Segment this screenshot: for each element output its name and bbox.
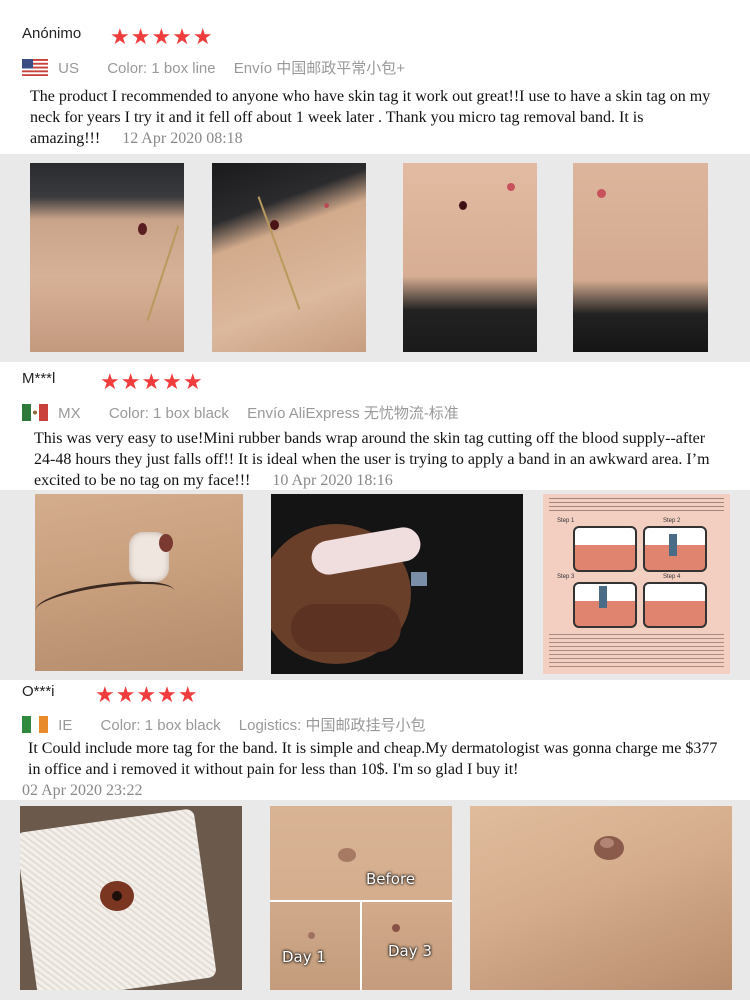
review-meta: IE Color: 1 box black Logistics: 中国邮政挂号小… [22, 714, 425, 735]
review-photo[interactable] [271, 494, 523, 674]
step-label: Step 1 [557, 518, 575, 524]
country-code: IE [58, 717, 73, 734]
star-rating: ★★★★★ [95, 682, 199, 707]
country-code: MX [58, 405, 81, 422]
color-label: Color: [100, 717, 141, 734]
us-flag-icon [22, 59, 48, 76]
reviewer-name: Anónimo [22, 25, 82, 42]
country-code: US [58, 60, 80, 77]
review-text: It Could include more tag for the band. … [28, 738, 718, 780]
review-meta: MX Color: 1 box black Envío AliExpress 无… [22, 402, 459, 423]
review-date: 02 Apr 2020 23:22 [22, 782, 143, 799]
review-date: 12 Apr 2020 08:18 [122, 130, 243, 147]
review-photo[interactable] [30, 163, 184, 352]
step-label: Step 4 [663, 574, 681, 580]
review-photo[interactable] [35, 494, 243, 671]
review-photo[interactable]: Before Day 1 Day 3 [270, 806, 452, 990]
ie-flag-icon [22, 716, 48, 733]
star-rating: ★★★★★ [100, 369, 204, 394]
photo-caption: Day 1 [282, 948, 326, 966]
shipping-info: Envío 中国邮政平常小包+ [233, 60, 406, 77]
step-label: Step 2 [663, 518, 681, 524]
review-photo[interactable] [20, 806, 242, 990]
review-photo[interactable] [212, 163, 366, 352]
instruction-card[interactable]: Step 1 Step 2 Step 3 Step 4 [543, 494, 730, 674]
color-label: Color: [107, 60, 148, 77]
review-photo[interactable] [403, 163, 537, 352]
review-photo[interactable] [573, 163, 708, 352]
mx-flag-icon [22, 404, 48, 421]
color-value: 1 box line [151, 60, 216, 77]
color-value: 1 box black [144, 717, 221, 734]
star-rating: ★★★★★ [110, 24, 214, 49]
color-value: 1 box black [153, 405, 229, 422]
reviewer-name: M***l [22, 370, 56, 387]
shipping-info: Envío AliExpress 无忧物流-标准 [247, 405, 459, 422]
review-body: It Could include more tag for the band. … [28, 740, 718, 778]
shipping-info: Logistics: 中国邮政挂号小包 [238, 717, 426, 734]
review-photo[interactable] [470, 806, 732, 990]
photo-caption: Before [366, 870, 416, 888]
photo-caption: Day 3 [388, 942, 432, 960]
review-text: This was very easy to use!Mini rubber ba… [34, 428, 714, 491]
review-text: The product I recommended to anyone who … [30, 86, 720, 149]
step-label: Step 3 [557, 574, 575, 580]
review-meta: US Color: 1 box line Envío 中国邮政平常小包+ [22, 57, 405, 78]
review-date: 10 Apr 2020 18:16 [272, 472, 393, 489]
reviewer-name: O***i [22, 683, 55, 700]
color-label: Color: [108, 405, 149, 422]
